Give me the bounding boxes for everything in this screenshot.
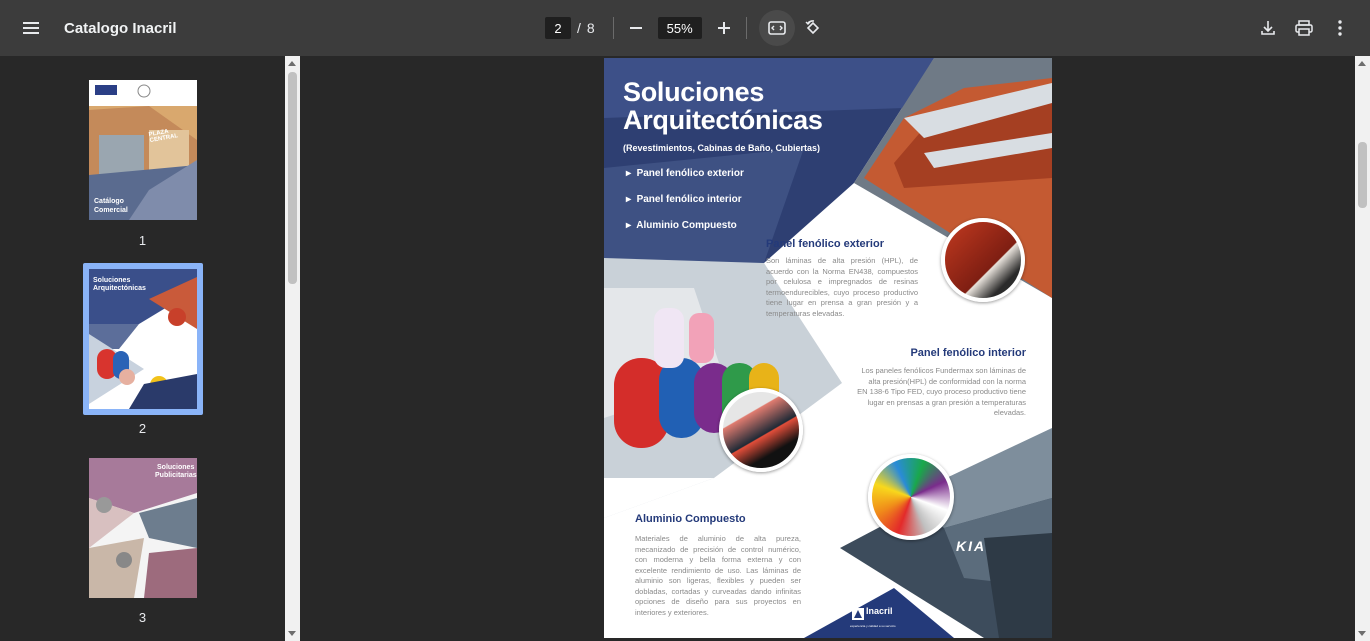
section-text-exterior: Son láminas de alta presión (HPL), de ac… — [766, 256, 918, 318]
thumbnail-3-title: Soluciones — [157, 464, 195, 471]
fit-page-icon — [767, 21, 786, 35]
section-heading-aluminio: Aluminio Compuesto — [635, 513, 746, 525]
bullet-item: ▸ Panel fenólico exterior — [626, 168, 744, 179]
sidebar-scrollbar[interactable] — [285, 56, 300, 641]
scroll-up-arrow-icon[interactable] — [288, 61, 296, 66]
thumbnail-2-title: Soluciones — [93, 277, 131, 284]
inacril-logo: Inacril — [866, 606, 893, 616]
scroll-down-arrow-icon[interactable] — [1358, 631, 1366, 636]
scroll-down-arrow-icon[interactable] — [288, 631, 296, 636]
thumbnail-3-number: 3 — [138, 610, 147, 625]
menu-icon — [23, 22, 39, 34]
pdf-toolbar: Catalogo Inacril 2 / 8 55% — [0, 0, 1370, 56]
menu-button[interactable] — [14, 10, 50, 46]
page-zoom-controls: 2 / 8 55% — [545, 10, 831, 46]
divider — [612, 17, 614, 39]
page-separator: / — [577, 20, 581, 36]
fit-page-button[interactable] — [758, 10, 795, 46]
kia-sign: KIA — [956, 538, 987, 554]
inacril-tagline: experiencia y calidad a su servicio — [850, 624, 896, 628]
bullet-label-3: Aluminio Compuesto — [636, 220, 737, 231]
page-subtitle: (Revestimientos, Cabinas de Baño, Cubier… — [623, 143, 821, 153]
thumbnail-1-title: Catálogo — [94, 198, 124, 205]
thumbnail-3-subtitle: Publicitarias — [155, 472, 197, 479]
toolbar-actions — [1250, 10, 1358, 46]
zoom-out-icon — [629, 27, 642, 29]
bullet-item: ▸ Aluminio Compuesto — [626, 220, 737, 231]
section-text-aluminio: Materiales de aluminio de alta pureza, m… — [635, 534, 801, 617]
page-number-input[interactable]: 2 — [545, 17, 571, 39]
document-title: Catalogo Inacril — [64, 20, 177, 37]
download-button[interactable] — [1250, 10, 1286, 46]
page-thumbnail-2[interactable]: Soluciones Arquitectónicas — [89, 269, 197, 409]
rotate-button[interactable] — [795, 10, 831, 46]
viewer-scrollbar[interactable] — [1355, 56, 1370, 641]
page-thumbnail-3[interactable]: Soluciones Publicitarias — [89, 458, 197, 598]
section-heading-exterior: Panel fenólico exterior — [766, 238, 884, 250]
section-text-interior: Los paneles fenólicos Fundermax son lámi… — [857, 366, 1026, 417]
total-pages: 8 — [586, 20, 595, 36]
thumbnail-2-subtitle: Arquitectónicas — [93, 285, 146, 292]
viewer-scroll-thumb[interactable] — [1358, 142, 1367, 208]
section-heading-interior: Panel fenólico interior — [910, 347, 1026, 359]
bullet-item: ▸ Panel fenólico interior — [626, 194, 742, 205]
thumbnail-sidebar: PLAZA CENTRAL Catálogo Comercial 1 Soluc… — [0, 56, 285, 641]
page-title: Soluciones Arquitectónicas — [623, 78, 823, 134]
bullet-label-2: Panel fenólico interior — [636, 194, 742, 205]
print-button[interactable] — [1286, 10, 1322, 46]
pdf-page-2: Soluciones Arquitectónicas (Revestimiento… — [604, 58, 1052, 638]
print-icon — [1295, 20, 1313, 36]
zoom-input[interactable]: 55% — [657, 17, 702, 39]
more-icon — [1338, 20, 1342, 36]
thumbnail-1-subtitle: Comercial — [94, 207, 128, 214]
scroll-up-arrow-icon[interactable] — [1358, 61, 1366, 66]
zoom-out-button[interactable] — [618, 10, 654, 46]
thumbnail-2-number: 2 — [138, 421, 147, 436]
interior-panel-image — [719, 388, 803, 472]
page-title-line-1: Soluciones — [623, 77, 765, 107]
page-title-line-2: Arquitectónicas — [623, 105, 823, 135]
bullet-label-1: Panel fenólico exterior — [636, 168, 744, 179]
page-thumbnail-1[interactable]: PLAZA CENTRAL Catálogo Comercial — [89, 80, 197, 220]
exterior-panel-image — [941, 218, 1025, 302]
document-viewer: Soluciones Arquitectónicas (Revestimiento… — [300, 56, 1355, 641]
thumbnail-1-number: 1 — [138, 233, 147, 248]
sidebar-scroll-thumb[interactable] — [288, 72, 297, 284]
download-icon — [1261, 21, 1275, 35]
more-options-button[interactable] — [1322, 10, 1358, 46]
zoom-in-button[interactable] — [706, 10, 742, 46]
divider — [745, 17, 747, 39]
rotate-icon — [805, 20, 819, 35]
aluminio-composite-image — [868, 454, 954, 540]
zoom-in-icon — [717, 22, 730, 34]
